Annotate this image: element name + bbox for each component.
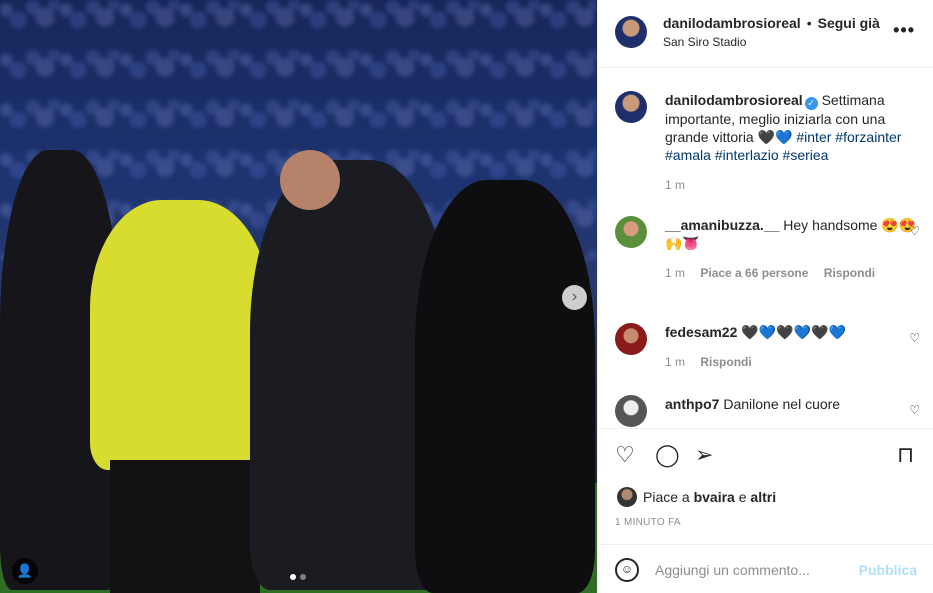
header-username[interactable]: danilodambrosioreal: [663, 15, 801, 31]
comment-username[interactable]: fedesam22: [665, 324, 737, 340]
following-button[interactable]: Segui già: [818, 15, 880, 31]
like-comment-heart-icon[interactable]: ♡: [909, 403, 920, 417]
more-options-icon[interactable]: •••: [893, 20, 915, 41]
likes-prefix: Piace a: [643, 489, 690, 505]
caption: danilodambrosioreal ✓ Settimana important…: [615, 91, 920, 192]
carousel-dot: [300, 574, 306, 580]
like-comment-heart-icon[interactable]: ♡: [909, 331, 920, 345]
header-user-line: danilodambrosioreal • Segui già: [663, 15, 880, 31]
comments-list[interactable]: danilodambrosioreal ✓ Settimana important…: [598, 69, 933, 427]
hashtag[interactable]: #forzainter: [835, 129, 901, 145]
tagged-users-icon[interactable]: 👤: [12, 558, 38, 584]
location-link[interactable]: San Siro Stadio: [663, 35, 746, 49]
staff-figure: [110, 460, 260, 593]
comment-time[interactable]: 1 m: [665, 266, 685, 280]
post-actions: ♡ ◯ ➢ ⊓ Piace a bvaira e altri 1 MINUTO …: [598, 428, 933, 544]
comment-meta: 1 m Piace a 66 persone Rispondi: [665, 266, 920, 280]
player-face: [280, 150, 340, 210]
hashtag[interactable]: #interlazio: [715, 147, 779, 163]
liker-avatar[interactable]: [617, 487, 637, 507]
post-timestamp[interactable]: 1 MINUTO FA: [615, 517, 681, 528]
liker-username[interactable]: bvaira: [694, 489, 735, 505]
carousel-dot-active: [290, 574, 296, 580]
comment-input[interactable]: [655, 558, 855, 582]
comment-text: Danilone nel cuore: [723, 396, 841, 412]
post-header: danilodambrosioreal • Segui già San Siro S…: [598, 0, 933, 68]
comment-bubble-icon[interactable]: ◯: [655, 443, 680, 467]
caption-meta: 1 m: [665, 178, 920, 192]
staff-yellow-vest: [90, 200, 270, 470]
hashtag[interactable]: #amala: [665, 147, 711, 163]
add-comment-bar: ☺ Pubblica: [598, 544, 933, 593]
likes-and: e: [738, 489, 747, 505]
comment-likes-link[interactable]: Piace a 66 persone: [700, 266, 808, 280]
like-comment-heart-icon[interactable]: ♡: [909, 224, 920, 238]
avatar[interactable]: [615, 16, 647, 48]
avatar[interactable]: [615, 91, 647, 123]
action-icons: ♡ ◯ ➢ ⊓: [615, 443, 920, 469]
comment-meta: 1 m Rispondi: [665, 355, 920, 369]
hashtag[interactable]: #inter: [796, 129, 831, 145]
save-bookmark-icon[interactable]: ⊓: [897, 443, 914, 467]
caption-body: danilodambrosioreal ✓ Settimana important…: [665, 91, 920, 164]
caption-username[interactable]: danilodambrosioreal: [665, 92, 803, 108]
header-separator: •: [806, 15, 812, 31]
hashtag[interactable]: #seriea: [783, 147, 829, 163]
post-photo[interactable]: › 👤: [0, 0, 597, 593]
like-heart-icon[interactable]: ♡: [615, 443, 635, 467]
comment-body: fedesam22 🖤💙🖤💙🖤💙: [665, 323, 920, 341]
next-image-button[interactable]: ›: [562, 285, 587, 310]
comment: anthpo7 Danilone nel cuore ♡: [615, 395, 920, 427]
comment-username[interactable]: __amanibuzza.__: [665, 217, 779, 233]
comment-text: 🖤💙🖤💙🖤💙: [741, 324, 846, 340]
comment-body: __amanibuzza.__ Hey handsome 😍😍🙌👅: [665, 216, 920, 252]
reply-button[interactable]: Rispondi: [700, 355, 751, 369]
post-panel: danilodambrosioreal • Segui già San Siro S…: [597, 0, 933, 593]
comment-username[interactable]: anthpo7: [665, 396, 719, 412]
comment: fedesam22 🖤💙🖤💙🖤💙 1 m Rispondi ♡: [615, 323, 920, 369]
likes-summary: Piace a bvaira e altri: [617, 487, 776, 507]
comment-body: anthpo7 Danilone nel cuore: [665, 395, 920, 413]
caption-time[interactable]: 1 m: [665, 178, 685, 192]
share-paper-plane-icon[interactable]: ➢: [695, 443, 713, 467]
avatar[interactable]: [615, 395, 647, 427]
emoji-icon[interactable]: ☺: [615, 558, 639, 582]
comment: __amanibuzza.__ Hey handsome 😍😍🙌👅 1 m Pi…: [615, 216, 920, 280]
post-comment-button[interactable]: Pubblica: [859, 562, 917, 578]
carousel-dots: [290, 574, 306, 580]
comment-time[interactable]: 1 m: [665, 355, 685, 369]
reply-button[interactable]: Rispondi: [824, 266, 875, 280]
avatar[interactable]: [615, 216, 647, 248]
avatar[interactable]: [615, 323, 647, 355]
likes-others-link[interactable]: altri: [750, 489, 776, 505]
verified-badge-icon: ✓: [804, 97, 818, 110]
staff-puffer-jacket: [415, 180, 595, 593]
